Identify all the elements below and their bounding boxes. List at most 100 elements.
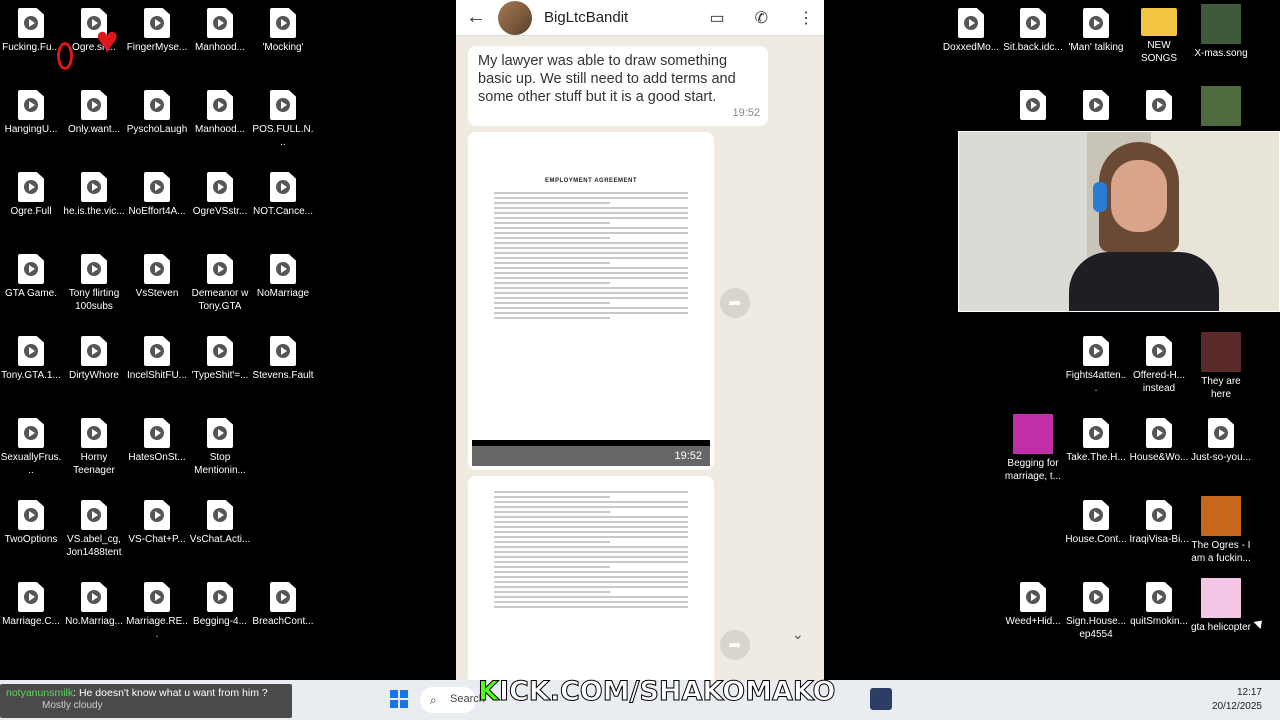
- desktop-video-file[interactable]: Offered-H... instead: [1128, 336, 1190, 395]
- desktop-video-file[interactable]: 'Man' talking: [1065, 8, 1127, 54]
- phone-call-icon[interactable]: ✆: [755, 8, 768, 28]
- heart-sticker-icon: ♥: [96, 20, 119, 62]
- desktop-video-file[interactable]: [1128, 90, 1190, 123]
- desktop-video-file[interactable]: Ogre.Full: [0, 172, 62, 218]
- file-label: 'TypeShit'=...: [191, 370, 249, 381]
- file-label: NoMarriage: [256, 288, 310, 299]
- desktop-video-file[interactable]: DirtyWhore: [63, 336, 125, 382]
- system-clock[interactable]: 12:17 20/12/2025: [1212, 686, 1262, 714]
- file-label: Sign.House... ep4554: [1065, 616, 1127, 640]
- forward-icon[interactable]: ➦: [720, 288, 750, 318]
- file-label: DoxxedMo...: [942, 42, 1000, 53]
- file-label: IncelShitFU...: [126, 370, 188, 381]
- desktop-video-file[interactable]: OgreVSstr...: [189, 172, 251, 218]
- desktop-video-file[interactable]: VS-Chat+P...: [126, 500, 188, 546]
- contact-name[interactable]: BigLtcBandit: [544, 9, 679, 26]
- desktop-video-file[interactable]: Weed+Hid...: [1002, 582, 1064, 628]
- document-image-message-2[interactable]: [468, 476, 714, 680]
- taskbar-search[interactable]: Search: [420, 687, 485, 713]
- desktop-video-file[interactable]: House.Cont...: [1065, 500, 1127, 546]
- video-file-icon: [207, 254, 233, 284]
- file-label: House&Wo...: [1129, 452, 1189, 463]
- desktop-video-file[interactable]: IraqiVisa-Bi...: [1128, 500, 1190, 546]
- file-label: NoEffort4A...: [128, 206, 186, 217]
- desktop-video-file[interactable]: NOT.Cance...: [252, 172, 314, 218]
- desktop-video-file[interactable]: NoEffort4A...: [126, 172, 188, 218]
- desktop-video-file[interactable]: Stevens.Fault: [252, 336, 314, 382]
- desktop-video-file[interactable]: Fucking.Fu...: [0, 8, 62, 54]
- desktop-video-file[interactable]: HatesOnSt...: [126, 418, 188, 464]
- desktop-video-file[interactable]: Horny Teenager: [63, 418, 125, 477]
- desktop-video-file[interactable]: BreachCont...: [252, 582, 314, 628]
- desktop-folder[interactable]: NEW SONGS: [1128, 8, 1190, 65]
- desktop-image-file[interactable]: [1190, 86, 1252, 129]
- desktop-video-file[interactable]: PyschoLaugh: [126, 90, 188, 136]
- desktop-video-file[interactable]: quitSmokin...: [1128, 582, 1190, 628]
- desktop-video-file[interactable]: Just-so-you...: [1190, 418, 1252, 464]
- desktop-image-file[interactable]: Begging for marriage, t...: [1002, 414, 1064, 483]
- image-thumbnail-icon: [1201, 496, 1241, 536]
- video-call-icon[interactable]: ▭: [709, 8, 724, 28]
- desktop-image-file[interactable]: X-mas.song: [1190, 4, 1252, 60]
- desktop-video-file[interactable]: [1065, 90, 1127, 123]
- desktop-image-file[interactable]: They are here: [1190, 332, 1252, 401]
- desktop-video-file[interactable]: VsChat.Acti...: [189, 500, 251, 546]
- desktop-video-file[interactable]: SexuallyFrus...: [0, 418, 62, 477]
- file-label: Fights4atten...: [1065, 370, 1127, 394]
- desktop-video-file[interactable]: VS.abel_cg, Jon1488tent: [63, 500, 125, 559]
- document-image-message[interactable]: EMPLOYMENT AGREEMENT 19:52: [468, 132, 714, 470]
- desktop-video-file[interactable]: Sign.House... ep4554: [1065, 582, 1127, 641]
- forward-icon-2[interactable]: ➦: [720, 630, 750, 660]
- desktop-video-file[interactable]: House&Wo...: [1128, 418, 1190, 464]
- contact-avatar[interactable]: [498, 0, 532, 35]
- video-file-icon: [958, 8, 984, 38]
- file-label: 'Man' talking: [1068, 42, 1124, 53]
- desktop-video-file[interactable]: IncelShitFU...: [126, 336, 188, 382]
- desktop-video-file[interactable]: POS.FULL.N...: [252, 90, 314, 149]
- desktop-image-file[interactable]: gta helicopter: [1190, 578, 1252, 634]
- desktop-video-file[interactable]: [1002, 90, 1064, 123]
- windows-start-icon[interactable]: [390, 690, 408, 708]
- video-file-icon: [1083, 418, 1109, 448]
- desktop-video-file[interactable]: No.Marriag...: [63, 582, 125, 628]
- desktop-video-file[interactable]: Begging-4...: [189, 582, 251, 628]
- desktop-video-file[interactable]: Fights4atten...: [1065, 336, 1127, 395]
- desktop-video-file[interactable]: TwoOptions: [0, 500, 62, 546]
- desktop-video-file[interactable]: Tony.GTA.1...: [0, 336, 62, 382]
- video-file-icon: [207, 418, 233, 448]
- desktop-video-file[interactable]: Only.want...: [63, 90, 125, 136]
- desktop-video-file[interactable]: VsSteven: [126, 254, 188, 300]
- scroll-down-chevron-icon[interactable]: ⌄: [792, 626, 804, 643]
- desktop-video-file[interactable]: Tony flirting 100subs: [63, 254, 125, 313]
- desktop-video-file[interactable]: 'TypeShit'=...: [189, 336, 251, 382]
- desktop-video-file[interactable]: he.is.the.vic...: [63, 172, 125, 218]
- file-label: VS.abel_cg, Jon1488tent: [66, 534, 122, 558]
- desktop-video-file[interactable]: HangingU...: [0, 90, 62, 136]
- weather-text: Mostly cloudy: [42, 700, 103, 711]
- desktop-video-file[interactable]: Manhood...: [189, 90, 251, 136]
- desktop-video-file[interactable]: Take.The.H...: [1065, 418, 1127, 464]
- message-text: My lawyer was able to draw something bas…: [478, 53, 736, 105]
- back-arrow-icon[interactable]: ←: [466, 6, 486, 29]
- desktop-video-file[interactable]: Marriage.C...: [0, 582, 62, 628]
- desktop-image-file[interactable]: The Ogres - I am a fuckin...: [1190, 496, 1252, 565]
- desktop-video-file[interactable]: FingerMyse...: [126, 8, 188, 54]
- webcam-overlay: [958, 131, 1280, 312]
- desktop-video-file[interactable]: GTA Game.: [0, 254, 62, 300]
- desktop-video-file[interactable]: NoMarriage: [252, 254, 314, 300]
- video-file-icon: [1146, 500, 1172, 530]
- desktop-video-file[interactable]: DoxxedMo...: [940, 8, 1002, 54]
- desktop-video-file[interactable]: 'Mocking': [252, 8, 314, 54]
- file-label: They are here: [1201, 376, 1241, 400]
- desktop-video-file[interactable]: Demeanor w Tony.GTA: [189, 254, 251, 313]
- desktop-video-file[interactable]: Manhood...: [189, 8, 251, 54]
- file-label: PyschoLaugh: [126, 124, 188, 135]
- more-options-icon[interactable]: ⋮: [798, 8, 814, 28]
- message-bubble[interactable]: My lawyer was able to draw something bas…: [468, 46, 768, 126]
- taskbar-app-icon[interactable]: [870, 688, 892, 710]
- file-label: quitSmokin...: [1130, 616, 1188, 627]
- desktop-video-file[interactable]: Marriage.RE...: [126, 582, 188, 641]
- video-file-icon: [1146, 582, 1172, 612]
- desktop-video-file[interactable]: Sit.back.idc...: [1002, 8, 1064, 54]
- desktop-video-file[interactable]: Stop Mentionin...: [189, 418, 251, 477]
